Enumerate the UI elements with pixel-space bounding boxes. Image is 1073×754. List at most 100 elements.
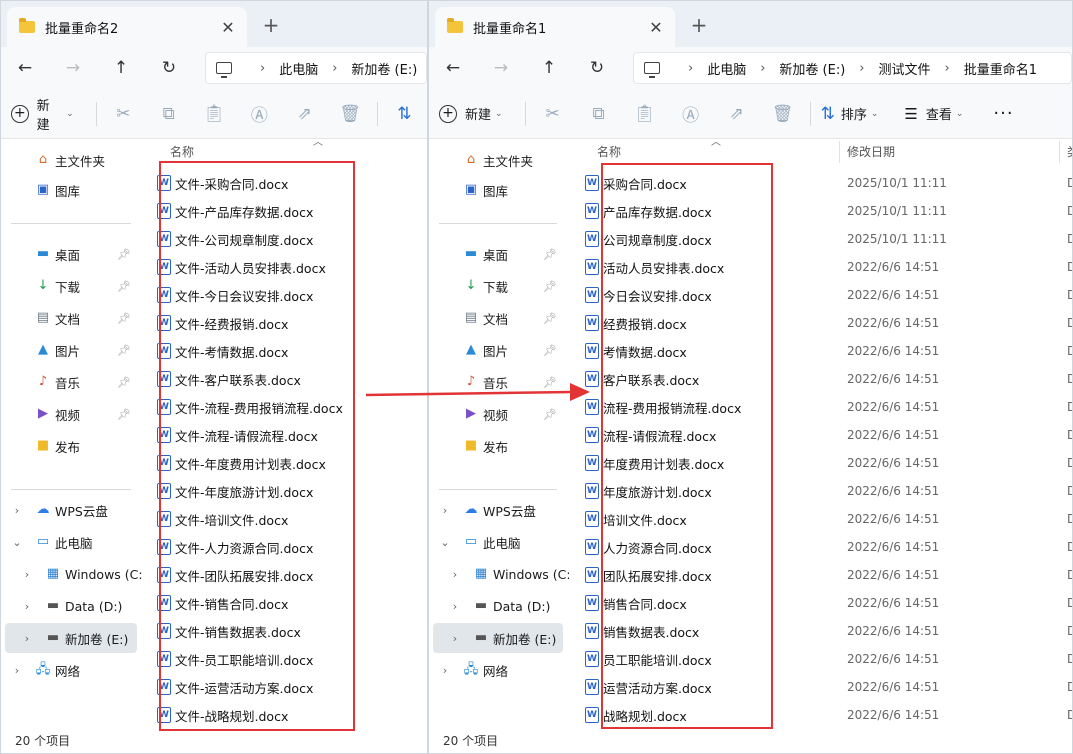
expand-chevron-icon[interactable]: › (19, 568, 35, 581)
new-button[interactable]: + 新建 ⌄ (439, 104, 503, 123)
sidebar-item[interactable]: › ▬ Data (D:) (1, 591, 141, 621)
pin-icon[interactable]: 📌︎ (117, 376, 131, 389)
pin-icon[interactable]: 📌︎ (117, 280, 131, 293)
sidebar-item[interactable]: › ▬ 新加卷 (E:) (433, 623, 563, 653)
pin-icon[interactable]: 📌︎ (117, 312, 131, 325)
paste-icon[interactable]: 📋︎ (191, 104, 236, 124)
sidebar-item[interactable]: ↓ 下载 📌︎ (429, 271, 567, 301)
expand-chevron-icon[interactable]: › (437, 664, 453, 677)
sidebar-item[interactable]: › 🖧 网络 (1, 655, 141, 685)
up-arrow-icon[interactable]: ↑ (525, 58, 573, 78)
sidebar-item[interactable]: ■ 发布 (429, 431, 567, 461)
pin-icon[interactable]: 📌︎ (543, 280, 557, 293)
share-icon[interactable]: ⇗ (714, 104, 760, 124)
chevron-right-icon[interactable]: › (260, 61, 265, 76)
pin-icon[interactable]: 📌︎ (543, 408, 557, 421)
copy-icon[interactable]: ⧉ (146, 104, 191, 124)
breadcrumb-batch-rename-1[interactable]: 批量重命名1 (964, 59, 1037, 78)
forward-arrow-icon[interactable]: → (477, 58, 525, 78)
pin-icon[interactable]: 📌︎ (543, 312, 557, 325)
pin-icon[interactable]: 📌︎ (117, 248, 131, 261)
sidebar-item[interactable]: ⌂ 主文件夹 (429, 145, 567, 175)
chevron-right-icon[interactable]: › (859, 61, 864, 76)
sidebar-item[interactable]: ▶ 视频 📌︎ (429, 399, 567, 429)
pin-icon[interactable]: 📌︎ (117, 344, 131, 357)
share-icon[interactable]: ⇗ (282, 104, 327, 124)
expand-chevron-icon[interactable]: › (447, 568, 463, 581)
sidebar-item[interactable]: ▬ 桌面 📌︎ (1, 239, 141, 269)
chevron-right-icon[interactable]: › (688, 61, 693, 76)
paste-icon[interactable]: 📋︎ (622, 104, 668, 124)
expand-chevron-icon[interactable]: › (19, 600, 35, 613)
expand-chevron-icon[interactable]: › (9, 504, 25, 517)
breadcrumb-this-pc[interactable]: 此电脑 (707, 59, 746, 78)
sidebar-item[interactable]: ⌄ ▭ 此电脑 (1, 527, 141, 557)
sort-icon[interactable]: ⇅ (382, 104, 427, 124)
expand-chevron-icon[interactable]: ⌄ (437, 536, 453, 549)
back-arrow-icon[interactable]: ← (1, 58, 49, 78)
sidebar-item[interactable]: › ▬ Data (D:) (429, 591, 567, 621)
expand-chevron-icon[interactable]: › (9, 664, 25, 677)
new-button[interactable]: + 新建 ⌄ (11, 95, 74, 133)
rename-icon[interactable]: Ⓐ (668, 101, 714, 126)
column-header-date[interactable]: 修改日期 (847, 143, 895, 165)
tab-batch-rename-1[interactable]: 批量重命名1 ✕ (435, 7, 675, 47)
breadcrumb-this-pc[interactable]: 此电脑 (279, 59, 318, 78)
expand-chevron-icon[interactable]: › (447, 600, 463, 613)
refresh-icon[interactable]: ↻ (573, 58, 621, 78)
column-header-type[interactable]: 类 (1067, 143, 1072, 165)
up-arrow-icon[interactable]: ↑ (97, 58, 145, 78)
sidebar-item[interactable]: › 🖧 网络 (429, 655, 567, 685)
sidebar-item[interactable]: ⌂ 主文件夹 (1, 145, 141, 175)
breadcrumb-volume-e[interactable]: 新加卷 (E:) (779, 59, 845, 78)
breadcrumb-test-files[interactable]: 测试文件 (879, 59, 931, 78)
copy-icon[interactable]: ⧉ (576, 104, 622, 124)
close-tab-icon[interactable]: ✕ (215, 18, 241, 37)
sidebar-item[interactable]: ▶ 视频 📌︎ (1, 399, 141, 429)
new-tab-button[interactable]: + (259, 13, 283, 37)
sidebar-item[interactable]: ⌄ ▭ 此电脑 (429, 527, 567, 557)
sidebar-item[interactable]: ▣ 图库 (429, 175, 567, 205)
pin-icon[interactable]: 📌︎ (117, 408, 131, 421)
column-divider[interactable] (839, 141, 840, 163)
view-button[interactable]: ☰ 查看 ⌄ (904, 104, 963, 124)
breadcrumb-volume-e[interactable]: 新加卷 (E:) (351, 59, 417, 78)
close-tab-icon[interactable]: ✕ (643, 18, 669, 37)
sidebar-item[interactable]: ↓ 下载 📌︎ (1, 271, 141, 301)
chevron-right-icon[interactable]: › (945, 61, 950, 76)
tab-batch-rename-2[interactable]: 批量重命名2 ✕ (7, 7, 247, 47)
column-divider[interactable] (1059, 141, 1060, 163)
pin-icon[interactable]: 📌︎ (543, 344, 557, 357)
sidebar-item[interactable]: ▣ 图库 (1, 175, 141, 205)
refresh-icon[interactable]: ↻ (145, 58, 193, 78)
new-tab-button[interactable]: + (687, 13, 711, 37)
sort-button[interactable]: ⇅ 排序 ⌄ (821, 104, 879, 124)
sidebar-item[interactable]: ♪ 音乐 📌︎ (1, 367, 141, 397)
sidebar-item[interactable]: ▤ 文档 📌︎ (1, 303, 141, 333)
chevron-right-icon[interactable]: › (332, 61, 337, 76)
sidebar-item[interactable]: ■ 发布 (1, 431, 141, 461)
forward-arrow-icon[interactable]: → (49, 58, 97, 78)
expand-chevron-icon[interactable]: ⌄ (9, 536, 25, 549)
cut-icon[interactable]: ✂ (101, 104, 146, 124)
expand-chevron-icon[interactable]: › (19, 632, 35, 645)
cut-icon[interactable]: ✂ (530, 104, 576, 124)
delete-icon[interactable]: 🗑︎ (327, 104, 372, 124)
more-options-button[interactable]: ··· (993, 103, 1013, 124)
rename-icon[interactable]: Ⓐ (237, 101, 282, 126)
delete-icon[interactable]: 🗑︎ (760, 104, 806, 124)
sidebar-item[interactable]: ▲ 图片 📌︎ (429, 335, 567, 365)
pin-icon[interactable]: 📌︎ (543, 248, 557, 261)
pin-icon[interactable]: 📌︎ (543, 376, 557, 389)
sidebar-item[interactable]: ▬ 桌面 📌︎ (429, 239, 567, 269)
sidebar-item[interactable]: › ☁ WPS云盘 (1, 495, 141, 525)
sidebar-item[interactable]: › ▦ Windows (C: (1, 559, 143, 589)
sidebar-item[interactable]: ♪ 音乐 📌︎ (429, 367, 567, 397)
sidebar-item[interactable]: › ▦ Windows (C: (429, 559, 571, 589)
sidebar-item[interactable]: ▤ 文档 📌︎ (429, 303, 567, 333)
chevron-right-icon[interactable]: › (760, 61, 765, 76)
address-bar[interactable]: › 此电脑 › 新加卷 (E:) (205, 52, 427, 84)
column-header-name[interactable]: 名称 (597, 143, 621, 165)
back-arrow-icon[interactable]: ← (429, 58, 477, 78)
sidebar-item[interactable]: ▲ 图片 📌︎ (1, 335, 141, 365)
